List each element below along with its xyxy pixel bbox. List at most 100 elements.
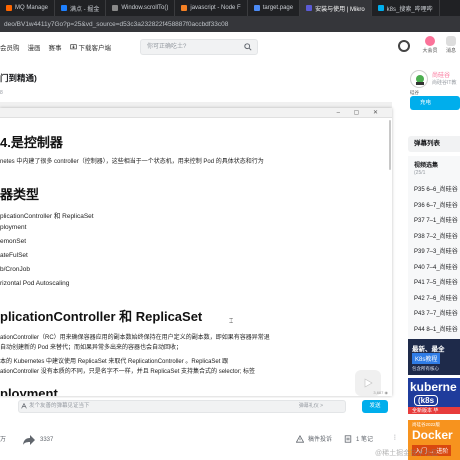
nav-link-mall[interactable]: 会员购 xyxy=(0,42,20,52)
browser-tab-label: k8s_搜索_哔哩哔 xyxy=(386,6,433,13)
like-stat[interactable]: 万 xyxy=(0,434,6,443)
episode-list: 视频选集 (25/1 P35 6–6_尚硅谷 P36 6–7_尚硅谷 P37 7–1… xyxy=(408,156,460,340)
doc-heading-controller: 4.是控制器 xyxy=(0,135,63,150)
window-controls[interactable]: – ▢ ✕ xyxy=(337,109,384,116)
danmaku-input[interactable]: 发个友善的弹幕见证当下 弹幕礼仪 > xyxy=(18,400,346,413)
search-icon[interactable] xyxy=(244,43,252,51)
report-link[interactable]: 稿件投诉 xyxy=(296,434,332,443)
ad-banner-kubernetes[interactable]: kuberne (k8s 全新版本 毕 xyxy=(408,378,460,414)
download-client-link[interactable]: 下载客户端 xyxy=(69,42,112,52)
notes-link[interactable]: 1 笔记 xyxy=(344,434,373,443)
episode-item[interactable]: P43 7–7_尚硅谷 xyxy=(414,308,458,317)
user-avatar[interactable] xyxy=(398,40,410,52)
more-icon: ⋮ xyxy=(392,435,398,441)
browser-tab-label: 安装与使用 | Mikro xyxy=(315,6,365,13)
doc-heading-types: 器类型 xyxy=(0,187,40,202)
doc-heading-deployment: ployment xyxy=(0,386,58,396)
up-logo-icon xyxy=(416,75,424,85)
banner-text: K8s教程 xyxy=(412,353,441,364)
report-label: 稿件投诉 xyxy=(308,437,333,443)
tab-favicon-icon xyxy=(377,5,384,11)
danmaku-send-button[interactable]: 发送 xyxy=(362,400,388,413)
member-entry[interactable]: 大会员 xyxy=(420,36,440,54)
play-icon xyxy=(364,378,373,388)
banner-text: 最新、最全 xyxy=(412,346,445,353)
message-entry[interactable]: 消息 xyxy=(442,36,460,54)
browser-tab[interactable]: 满点 - 掘金 xyxy=(55,0,107,16)
warning-icon xyxy=(296,434,304,443)
browser-tab[interactable]: k8s_搜索_哔哩哔 xyxy=(372,0,440,16)
like-count: 万 xyxy=(0,437,7,443)
episode-item[interactable]: P44 8–1_尚硅谷 xyxy=(414,324,458,333)
banner-text: kuberne xyxy=(410,380,457,394)
banner-text: 全新版本 毕 xyxy=(408,407,460,414)
browser-tab-bar: MQ Manage 满点 - 掘金 Window.scrollTo() javascr… xyxy=(0,0,460,16)
doc-paragraph: 本的 Kubernetes 中建议使用 ReplicaSet 来取代 Repli… xyxy=(0,359,229,365)
watermark: @稀土掘金技术社区 xyxy=(375,450,439,457)
video-player[interactable]: – ▢ ✕ 4.是控制器 netes 中内建了很多 controller（控制器… xyxy=(0,102,392,396)
note-icon xyxy=(344,434,352,443)
doc-paragraph: 自动创建新的 Pod 来替代；而如果异常多出来的容器也会自动回收； xyxy=(0,345,183,351)
browser-tab-label: Window.scrollTo() xyxy=(121,5,169,11)
episode-item[interactable]: P41 7–5_尚硅谷 xyxy=(414,277,458,286)
document-body: 4.是控制器 netes 中内建了很多 controller（控制器），这些相当… xyxy=(0,118,392,396)
episode-item[interactable]: P35 6–6_尚硅谷 xyxy=(414,184,458,193)
banner-text: (k8s xyxy=(414,395,439,406)
charge-button[interactable]: 充电 xyxy=(410,96,460,110)
episode-item[interactable]: P38 7–2_尚硅谷 xyxy=(414,231,458,240)
danmaku-etiquette-link[interactable]: 弹幕礼仪 > xyxy=(299,401,323,412)
message-icon xyxy=(446,36,456,46)
episode-item[interactable]: P36 6–7_尚硅谷 xyxy=(414,200,458,209)
share-count: 3337 xyxy=(40,437,54,443)
danmaku-bar: 发个友善的弹幕见证当下 弹幕礼仪 > 发送 xyxy=(0,398,392,414)
doc-paragraph: ationController 没有本质的不同，只是名字不一样，并且 Repli… xyxy=(0,369,256,375)
ad-banner-k8s-course[interactable]: 最新、最全 K8s教程 包含所有核心 xyxy=(408,339,460,375)
doc-list-item: emonSet xyxy=(0,238,27,245)
episode-list-progress: (25/1 xyxy=(414,170,426,176)
doc-paragraph: ationController（RC）用来确保容器应用的副本数始终保持在用户定义… xyxy=(0,335,270,341)
document-window: – ▢ ✕ 4.是控制器 netes 中内建了很多 controller（控制器… xyxy=(0,108,392,396)
banner-text: Docker xyxy=(412,428,453,442)
doc-list-item: b/CronJob xyxy=(0,266,30,273)
danmaku-list-toggle[interactable]: 弹幕列表 xyxy=(408,136,460,152)
episode-item[interactable]: P42 7–6_尚硅谷 xyxy=(414,293,458,302)
more-button[interactable]: ⋮ xyxy=(392,434,398,441)
doc-list-item: rizontal Pod Autoscaling xyxy=(0,280,70,287)
doc-list-item: ateFulSet xyxy=(0,252,28,259)
tab-favicon-icon xyxy=(306,5,313,11)
address-bar[interactable]: deo/BV1w4411y7Go?p=25&vd_source=d53c3a23… xyxy=(0,16,460,32)
episode-item[interactable]: P39 7–3_尚硅谷 xyxy=(414,246,458,255)
document-scrollbar[interactable] xyxy=(389,120,391,170)
doc-page-indicator: 3,687 ◉ xyxy=(373,390,388,395)
notes-label: 1 笔记 xyxy=(356,437,374,443)
nav-link-events[interactable]: 赛事 xyxy=(49,42,62,52)
text-cursor-icon: ⌶ xyxy=(229,318,234,325)
episode-list-title: 视频选集 xyxy=(414,163,439,169)
share-stat[interactable]: 3337 xyxy=(22,434,53,446)
browser-tab[interactable]: MQ Manage xyxy=(0,0,56,16)
doc-list-item: ployment xyxy=(0,224,27,231)
browser-tab[interactable]: 安装与使用 | Mikro xyxy=(300,0,372,16)
tab-favicon-icon xyxy=(6,5,12,11)
browser-tab[interactable]: Window.scrollTo() xyxy=(106,0,176,16)
danmaku-placeholder: 发个友善的弹幕见证当下 xyxy=(29,403,90,409)
up-avatar[interactable] xyxy=(410,70,428,88)
browser-tab[interactable]: javascript - Node F xyxy=(175,0,248,16)
download-icon xyxy=(69,43,77,49)
browser-tab-label: javascript - Node F xyxy=(190,5,241,11)
vip-icon xyxy=(425,36,435,46)
doc-list-item: plicationController 和 ReplicaSet xyxy=(0,213,94,220)
page: 会员购 漫画 赛事 下载客户端 你可正确吃土? 大会员 消息 门到精通) 8 –… xyxy=(0,32,460,460)
nav-link-manga[interactable]: 漫画 xyxy=(28,42,41,52)
download-client-label: 下载客户端 xyxy=(78,45,112,52)
search-input[interactable]: 你可正确吃土? xyxy=(140,39,258,55)
search-placeholder: 你可正确吃土? xyxy=(147,44,187,50)
danmaku-style-icon[interactable] xyxy=(21,403,27,409)
up-name[interactable]: 尚硅谷 xyxy=(432,70,450,79)
episode-item[interactable]: P37 7–1_尚硅谷 xyxy=(414,215,458,224)
browser-tab-label: 满点 - 掘金 xyxy=(70,6,100,13)
episode-item[interactable]: P40 7–4_尚硅谷 xyxy=(414,262,458,271)
browser-tab[interactable]: target.page xyxy=(248,0,301,16)
window-titlebar: – ▢ ✕ xyxy=(0,108,392,118)
banner-text: 包含所有核心 xyxy=(412,366,439,371)
